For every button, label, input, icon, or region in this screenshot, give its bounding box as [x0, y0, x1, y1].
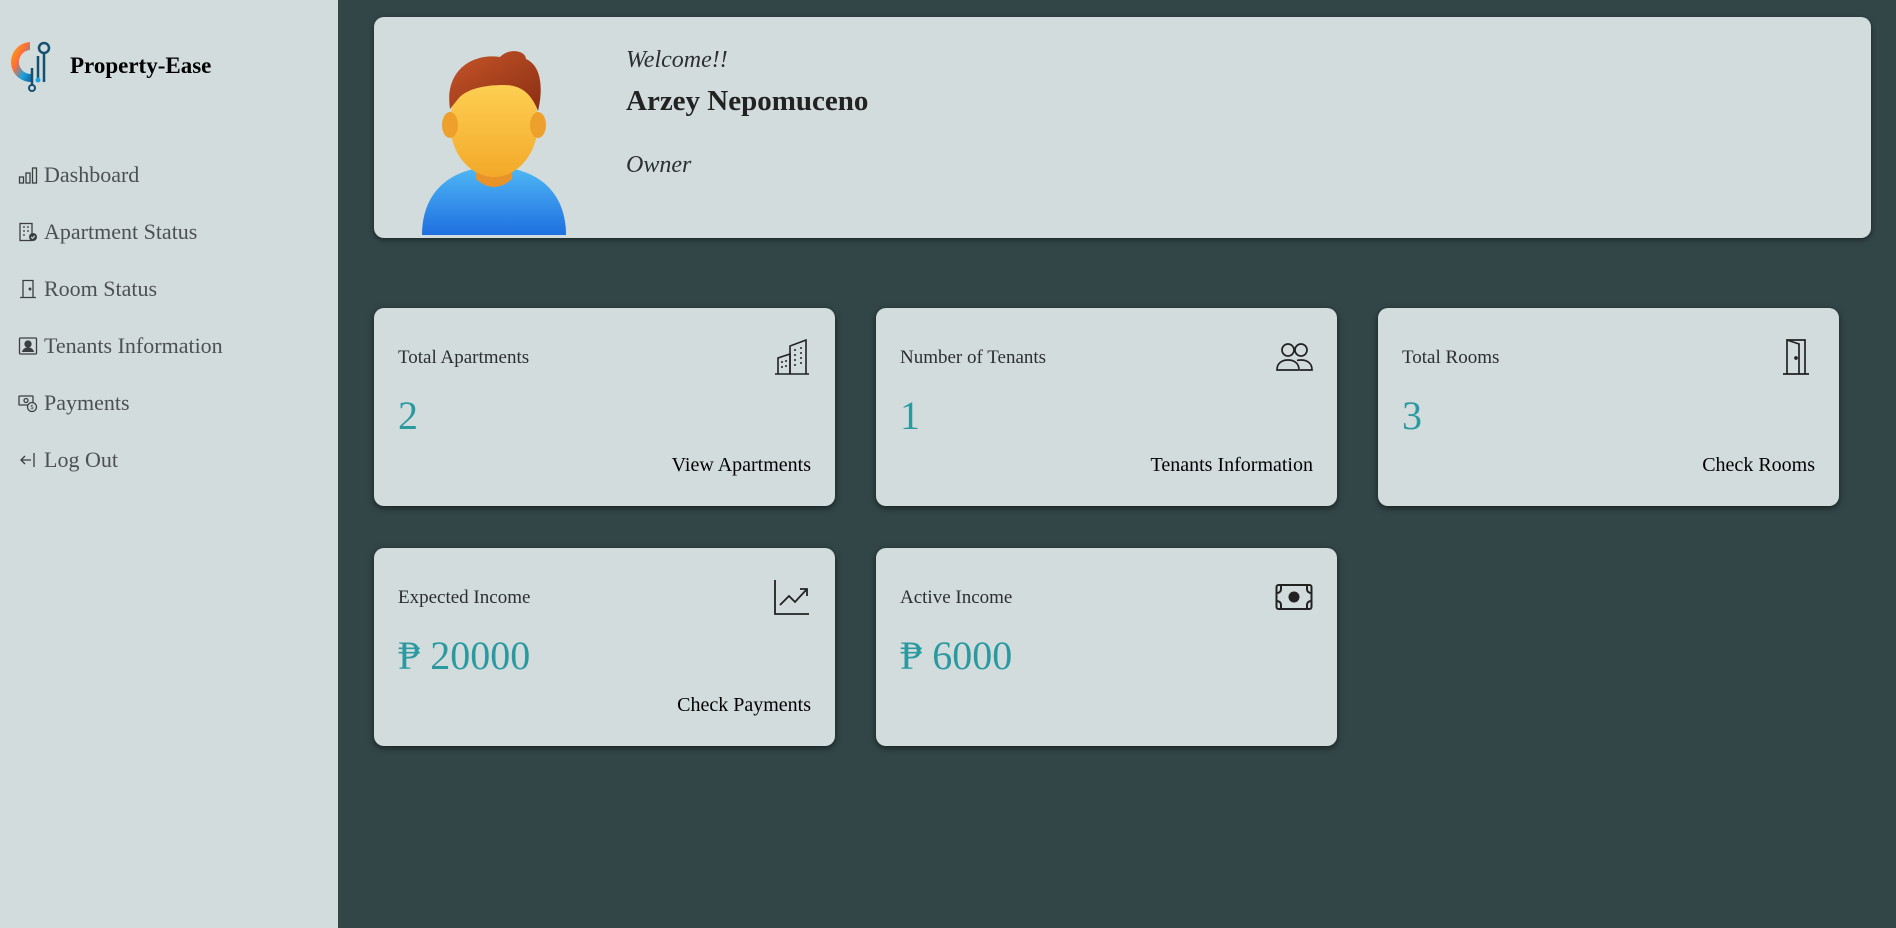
user-role: Owner	[626, 152, 692, 178]
brand[interactable]: Property-Ease	[8, 38, 211, 94]
door-icon	[1777, 338, 1815, 376]
brand-name: Property-Ease	[70, 53, 212, 78]
sidebar-item-tenants-information[interactable]: Tenants Information	[18, 317, 223, 374]
stat-card-number-of-tenants: Number of Tenants 1 Tenants Information	[876, 308, 1337, 506]
sidebar-item-dashboard[interactable]: Dashboard	[18, 146, 223, 203]
check-rooms-link[interactable]: Check Rooms	[1702, 454, 1815, 477]
user-name: Arzey Nepomuceno	[626, 85, 869, 117]
cash-coin-icon: $	[18, 393, 38, 413]
sidebar-item-apartment-status[interactable]: Apartment Status	[18, 203, 223, 260]
stat-card-total-apartments: Total Apartments 2 View Apartments	[374, 308, 835, 506]
stat-card-active-income: Active Income ₱ 6000	[876, 548, 1337, 746]
stat-value: 1	[900, 393, 920, 438]
stat-card-expected-income: Expected Income ₱ 20000 Check Payments	[374, 548, 835, 746]
sidebar-item-label: Tenants Information	[44, 332, 223, 358]
sidebar-item-log-out[interactable]: Log Out	[18, 431, 223, 488]
stat-label: Number of Tenants	[900, 347, 1047, 368]
sidebar-item-label: Apartment Status	[44, 218, 198, 244]
stat-label: Total Rooms	[1402, 347, 1500, 368]
buildings-icon	[773, 338, 811, 376]
profile-card: Welcome!! Arzey Nepomuceno Owner	[374, 17, 1871, 238]
view-apartments-link[interactable]: View Apartments	[672, 454, 811, 477]
property-ease-logo-icon	[10, 41, 51, 92]
bar-chart-icon	[18, 165, 38, 185]
logout-arrow-icon	[18, 450, 38, 470]
sidebar-item-label: Payments	[44, 389, 130, 415]
stat-card-total-rooms: Total Rooms 3 Check Rooms	[1378, 308, 1839, 506]
welcome-text: Welcome!!	[626, 47, 728, 73]
check-payments-link[interactable]: Check Payments	[677, 694, 811, 717]
graph-up-icon	[773, 578, 811, 616]
stat-value: 2	[398, 393, 418, 438]
stat-label: Expected Income	[398, 587, 531, 608]
user-avatar-icon	[422, 51, 566, 235]
sidebar: Property-Ease Dashboard Apartment Status	[0, 0, 338, 928]
svg-text:$: $	[30, 404, 34, 411]
sidebar-nav: Dashboard Apartment Status Room Status T…	[18, 146, 223, 488]
door-icon	[18, 279, 38, 299]
sidebar-item-room-status[interactable]: Room Status	[18, 260, 223, 317]
stat-label: Total Apartments	[398, 347, 530, 368]
stat-label: Active Income	[900, 587, 1013, 608]
tenants-information-link[interactable]: Tenants Information	[1151, 454, 1313, 477]
stat-value: 3	[1402, 393, 1422, 438]
sidebar-item-label: Log Out	[44, 446, 118, 472]
stat-value: ₱ 6000	[900, 633, 1013, 678]
building-check-icon	[18, 222, 38, 242]
person-badge-icon	[18, 336, 38, 356]
people-icon	[1275, 338, 1313, 376]
sidebar-item-label: Room Status	[44, 275, 158, 301]
sidebar-item-payments[interactable]: $ Payments	[18, 374, 223, 431]
stat-value: ₱ 20000	[398, 633, 531, 678]
sidebar-item-label: Dashboard	[44, 161, 140, 187]
cash-icon	[1275, 578, 1313, 616]
